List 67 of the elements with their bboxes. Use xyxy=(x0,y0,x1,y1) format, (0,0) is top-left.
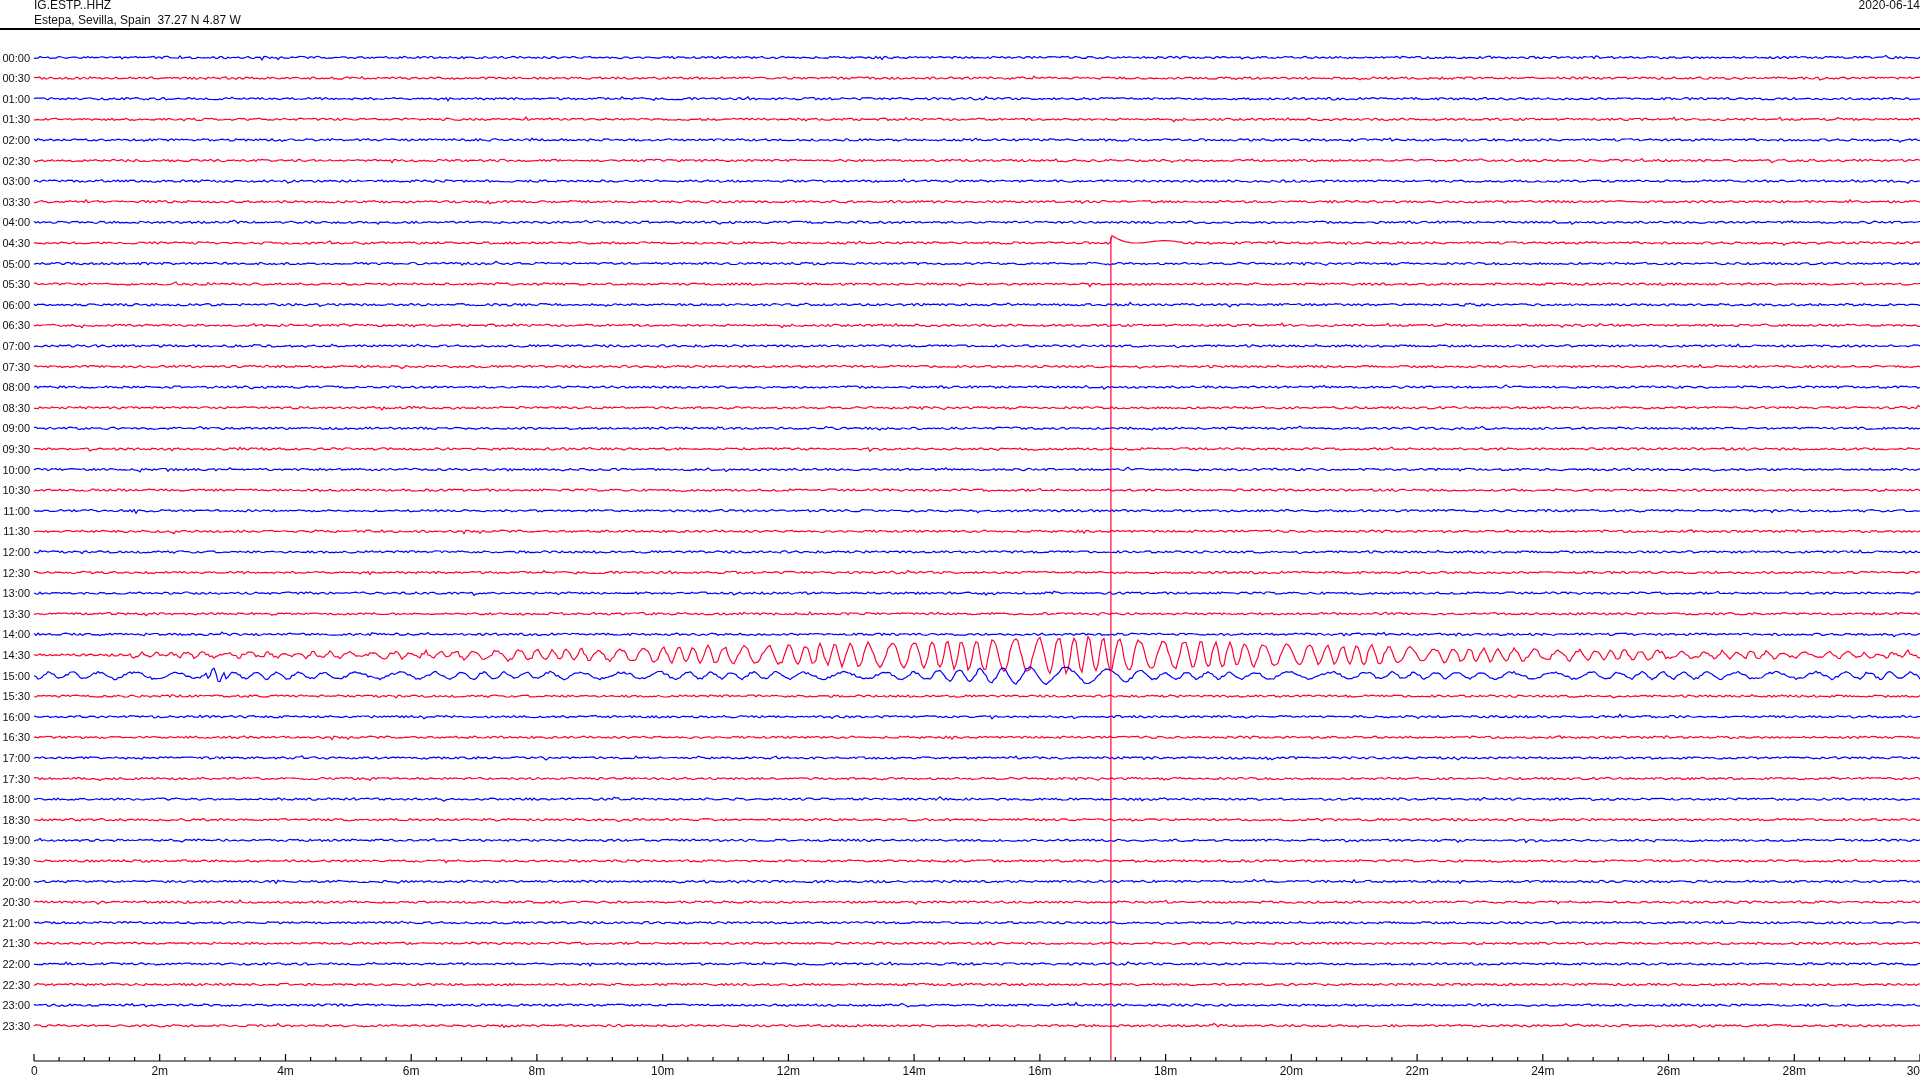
row-time-label: 17:30 xyxy=(2,772,30,785)
axis-tick-label: 28m xyxy=(1782,1064,1806,1078)
row-time-label: 07:30 xyxy=(2,360,30,373)
axis-tick-label: 22m xyxy=(1405,1064,1429,1078)
row-time-label: 23:00 xyxy=(2,999,30,1012)
row-time-label: 08:00 xyxy=(2,381,30,394)
row-time-label: 12:30 xyxy=(2,566,30,579)
station-location: Estepa, Sevilla, Spain 37.27 N 4.87 W xyxy=(34,13,241,28)
row-time-label: 21:00 xyxy=(2,916,30,929)
row-time-label: 10:30 xyxy=(2,484,30,497)
row-time-label: 07:00 xyxy=(2,339,30,352)
row-time-label: 20:30 xyxy=(2,896,30,909)
axis-tick-label: 30 xyxy=(1906,1064,1920,1078)
row-time-label: 01:30 xyxy=(2,113,30,126)
row-time-label: 05:30 xyxy=(2,278,30,291)
row-time-label: 04:00 xyxy=(2,216,30,229)
row-time-label: 09:30 xyxy=(2,442,30,455)
row-time-label: 02:30 xyxy=(2,154,30,167)
row-time-label: 00:30 xyxy=(2,72,30,85)
row-time-label: 16:00 xyxy=(2,710,30,723)
row-time-label: 11:30 xyxy=(3,525,30,538)
axis-tick-label: 16m xyxy=(1028,1064,1052,1078)
axis-tick-label: 18m xyxy=(1153,1064,1178,1078)
row-time-label: 17:00 xyxy=(2,751,30,764)
row-time-label: 03:30 xyxy=(2,195,30,208)
date-label: 2020-06-14 xyxy=(1858,0,1920,13)
row-time-label: 12:00 xyxy=(2,545,30,558)
row-time-label: 08:30 xyxy=(2,401,30,414)
row-time-label: 13:30 xyxy=(2,607,30,620)
row-time-label: 03:00 xyxy=(2,175,30,188)
row-time-label: 20:00 xyxy=(2,875,30,888)
axis-tick-label: 0 xyxy=(31,1064,38,1078)
row-time-label: 18:00 xyxy=(2,793,30,806)
row-time-label: 06:00 xyxy=(2,298,30,311)
axis-tick-label: 10m xyxy=(651,1064,675,1078)
row-time-label: 00:00 xyxy=(2,51,30,64)
axis-tick-label: 8m xyxy=(528,1064,546,1078)
row-time-label: 22:00 xyxy=(2,957,30,970)
axis-tick-label: 6m xyxy=(402,1064,420,1078)
row-time-label: 18:30 xyxy=(2,813,30,826)
row-time-label: 15:00 xyxy=(2,669,30,682)
row-time-label: 14:30 xyxy=(2,648,30,661)
row-time-label: 06:30 xyxy=(2,319,30,332)
row-time-label: 10:00 xyxy=(2,463,30,476)
axis-tick-label: 14m xyxy=(902,1064,926,1078)
row-time-label: 19:00 xyxy=(2,834,30,847)
channel-code: IG.ESTP..HHZ xyxy=(34,0,113,13)
row-time-label: 09:00 xyxy=(2,422,30,435)
row-time-label: 23:30 xyxy=(2,1019,30,1032)
axis-tick-label: 20m xyxy=(1279,1064,1303,1078)
row-time-label: 21:30 xyxy=(2,937,30,950)
axis-tick-label: 12m xyxy=(776,1064,801,1078)
row-time-label: 05:00 xyxy=(2,257,30,270)
row-time-label: 15:30 xyxy=(2,690,30,703)
row-time-label: 02:00 xyxy=(2,133,30,146)
axis-tick-label: 24m xyxy=(1531,1064,1555,1078)
row-time-label: 22:30 xyxy=(2,978,30,991)
row-time-label: 13:00 xyxy=(2,587,30,600)
axis-tick-label: 2m xyxy=(151,1064,169,1078)
axis-tick-label: 4m xyxy=(277,1064,294,1078)
row-time-label: 01:00 xyxy=(2,92,30,105)
row-time-label: 14:00 xyxy=(2,628,30,641)
row-time-label: 16:30 xyxy=(2,731,30,744)
row-time-label: 04:30 xyxy=(2,236,30,249)
axis-tick-label: 26m xyxy=(1656,1064,1681,1078)
row-time-label: 11:00 xyxy=(3,504,30,517)
row-time-label: 19:30 xyxy=(2,854,30,867)
